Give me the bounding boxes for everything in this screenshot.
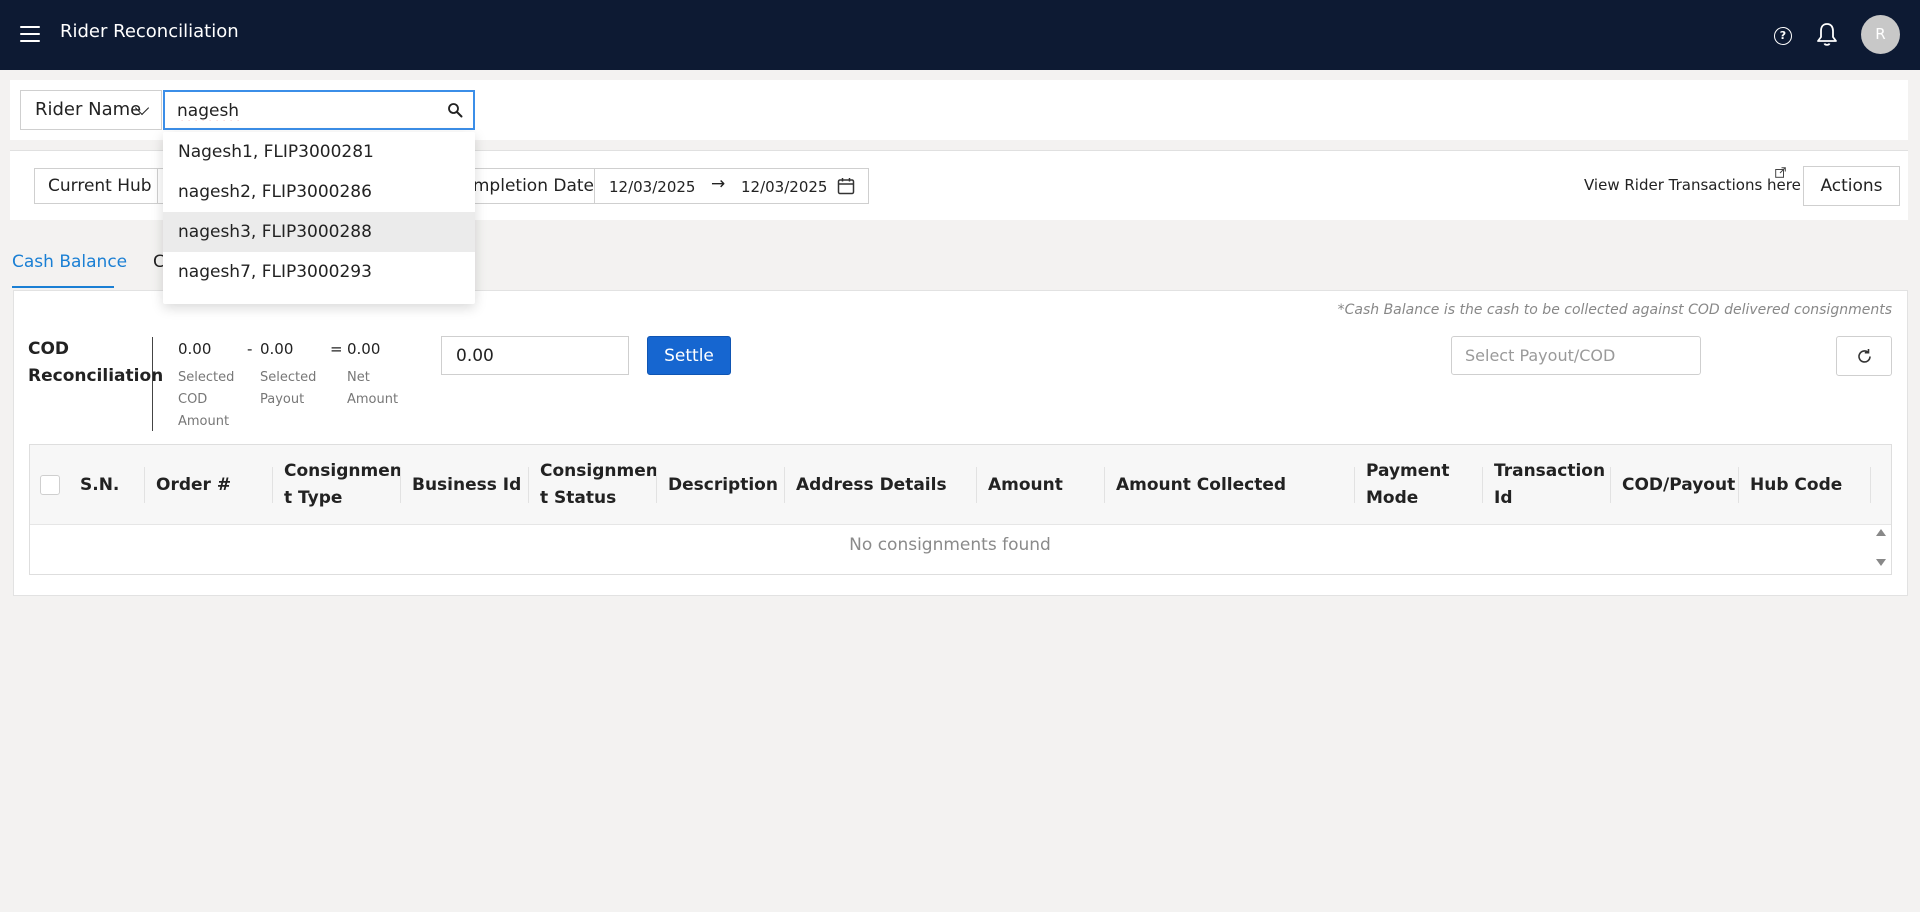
view-rider-transactions-link[interactable]: View Rider Transactions here: [1584, 176, 1801, 194]
column-header-cod-payout[interactable]: COD/Payout: [1612, 445, 1740, 525]
scroll-up-arrow[interactable]: [1876, 529, 1886, 536]
column-header-payment-mode[interactable]: Payment Mode: [1356, 445, 1484, 525]
suggestion-item[interactable]: Nagesh1, FLIP3000281: [163, 132, 475, 172]
external-link-icon[interactable]: [1775, 167, 1786, 178]
suggestion-item[interactable]: nagesh2, FLIP3000286: [163, 172, 475, 212]
column-separator[interactable]: [1104, 467, 1105, 503]
help-icon[interactable]: ?: [1774, 27, 1792, 45]
suggestion-item-highlighted[interactable]: nagesh3, FLIP3000288: [163, 212, 475, 252]
menu-icon[interactable]: [20, 26, 40, 42]
cod-reconciliation-title: COD Reconciliation: [28, 339, 164, 386]
column-separator[interactable]: [144, 467, 145, 503]
column-header-hub-code[interactable]: Hub Code: [1740, 445, 1870, 525]
column-header-transaction-id[interactable]: Transaction Id: [1484, 445, 1612, 525]
suggestion-item[interactable]: nagesh7, FLIP3000293: [163, 252, 475, 292]
column-header-consignment-type[interactable]: Consignmen t Type: [274, 445, 402, 525]
avatar[interactable]: R: [1861, 15, 1900, 54]
date-to[interactable]: 12/03/2025: [741, 178, 827, 196]
date-from[interactable]: 12/03/2025: [609, 178, 695, 196]
page-title: Rider Reconciliation: [60, 21, 239, 42]
select-all-checkbox[interactable]: [40, 475, 60, 495]
selected-payout-label: Selected Payout: [260, 370, 317, 407]
column-separator[interactable]: [1482, 467, 1483, 503]
column-header-sn[interactable]: S.N.: [70, 445, 146, 525]
column-separator[interactable]: [528, 467, 529, 503]
settle-button[interactable]: Settle: [647, 336, 731, 375]
rider-filter-select[interactable]: Rider Name: [20, 90, 162, 130]
equals-sign: =: [330, 340, 343, 358]
column-separator[interactable]: [656, 467, 657, 503]
refresh-button[interactable]: [1836, 336, 1892, 376]
column-separator[interactable]: [1610, 467, 1611, 503]
calendar-icon[interactable]: [837, 177, 855, 195]
column-header-address-details[interactable]: Address Details: [786, 445, 978, 525]
settle-amount-input[interactable]: [441, 336, 629, 375]
rider-search-box[interactable]: [163, 90, 475, 130]
active-tab-indicator: [12, 286, 114, 288]
table-header: S.N. Order # Consignmen t Type Business Id Co…: [30, 445, 1891, 525]
actions-button[interactable]: Actions: [1803, 166, 1900, 206]
column-header-description[interactable]: Description: [658, 445, 786, 525]
net-amount-value: 0.00: [347, 340, 381, 358]
column-separator[interactable]: [400, 467, 401, 503]
selected-cod-value: 0.00: [178, 340, 212, 358]
column-header-business-id[interactable]: Business Id: [402, 445, 530, 525]
column-separator[interactable]: [784, 467, 785, 503]
column-header-consignment-status[interactable]: Consignmen t Status: [530, 445, 658, 525]
payout-cod-select[interactable]: Select Payout/COD: [1451, 336, 1701, 375]
bell-icon[interactable]: [1815, 22, 1839, 48]
divider: [152, 337, 153, 431]
column-header-amount-collected[interactable]: Amount Collected: [1106, 445, 1356, 525]
top-app-bar: Rider Reconciliation ? R: [0, 0, 1920, 70]
search-icon[interactable]: [447, 102, 463, 118]
column-header-amount[interactable]: Amount: [978, 445, 1106, 525]
rider-suggestions-dropdown: Nagesh1, FLIP3000281 nagesh2, FLIP300028…: [163, 132, 475, 304]
column-separator[interactable]: [1354, 467, 1355, 503]
date-range-picker[interactable]: 12/03/2025 → 12/03/2025: [594, 168, 869, 204]
cash-balance-note: *Cash Balance is the cash to be collecte…: [1337, 302, 1892, 318]
column-header-order[interactable]: Order #: [146, 445, 274, 525]
column-separator[interactable]: [1870, 467, 1871, 503]
empty-table-message: No consignments found: [849, 535, 1051, 555]
arrow-right-icon: →: [711, 174, 726, 194]
tab-cash-balance[interactable]: Cash Balance: [12, 252, 127, 272]
rider-filter-label: Rider Name: [35, 99, 142, 120]
column-separator[interactable]: [976, 467, 977, 503]
column-separator[interactable]: [272, 467, 273, 503]
selected-cod-label: Selected COD Amount: [178, 370, 235, 429]
refresh-icon: [1858, 349, 1871, 363]
rider-search-input[interactable]: [177, 98, 437, 124]
scroll-down-arrow[interactable]: [1876, 559, 1886, 566]
column-separator[interactable]: [1738, 467, 1739, 503]
current-hub-label[interactable]: Current Hub: [34, 168, 158, 204]
net-amount-label: Net Amount: [347, 370, 399, 407]
selected-payout-value: 0.00: [260, 340, 294, 358]
consignments-table: S.N. Order # Consignmen t Type Business Id Co…: [29, 444, 1892, 575]
minus-sign: -: [247, 340, 253, 358]
